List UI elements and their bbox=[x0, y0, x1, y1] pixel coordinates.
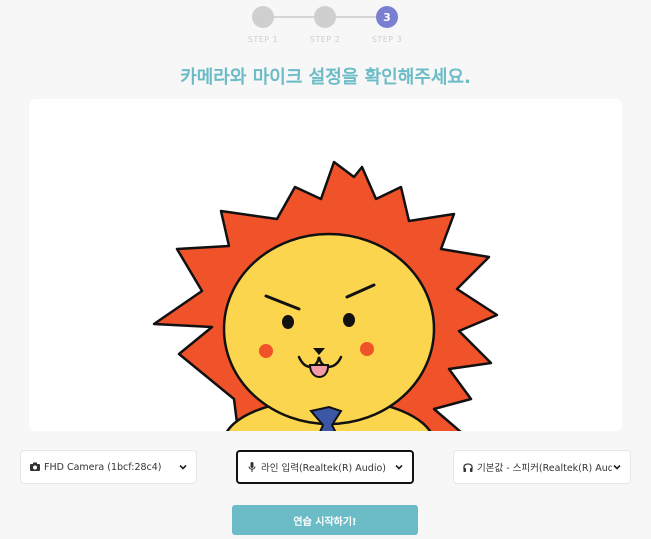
microphone-select-value: 라인 입력(Realtek(R) Audio) bbox=[261, 463, 386, 474]
camera-preview bbox=[29, 99, 622, 431]
lion-character-illustration bbox=[152, 160, 499, 431]
microphone-select[interactable]: 라인 입력(Realtek(R) Audio) bbox=[236, 450, 414, 484]
step-2-indicator bbox=[314, 6, 336, 28]
page-title: 카메라와 마이크 설정을 확인해주세요. bbox=[180, 67, 471, 88]
step-1-indicator bbox=[252, 6, 274, 28]
chevron-down-icon bbox=[613, 464, 621, 470]
step-1-label: STEP 1 bbox=[247, 35, 279, 44]
step-2-label: STEP 2 bbox=[309, 35, 341, 44]
camera-select-value: FHD Camera (1bcf:28c4) bbox=[44, 461, 162, 473]
stepper: 3 STEP 1 STEP 2 STEP 3 bbox=[0, 3, 651, 47]
chevron-down-icon bbox=[179, 464, 187, 470]
speaker-select[interactable]: 기본값 - 스피커(Realtek(R) Audio) bbox=[453, 450, 631, 484]
speaker-select-value: 기본값 - 스피커(Realtek(R) Audio) bbox=[477, 463, 612, 474]
microphone-icon bbox=[248, 462, 256, 472]
start-practice-button[interactable]: 연습 시작하기! bbox=[232, 505, 418, 535]
camera-select[interactable]: FHD Camera (1bcf:28c4) bbox=[20, 450, 197, 484]
step-3-label: STEP 3 bbox=[371, 35, 403, 44]
headphones-icon bbox=[463, 463, 473, 472]
camera-icon bbox=[30, 462, 40, 471]
step-3-indicator: 3 bbox=[376, 6, 398, 28]
chevron-down-icon bbox=[395, 464, 403, 470]
